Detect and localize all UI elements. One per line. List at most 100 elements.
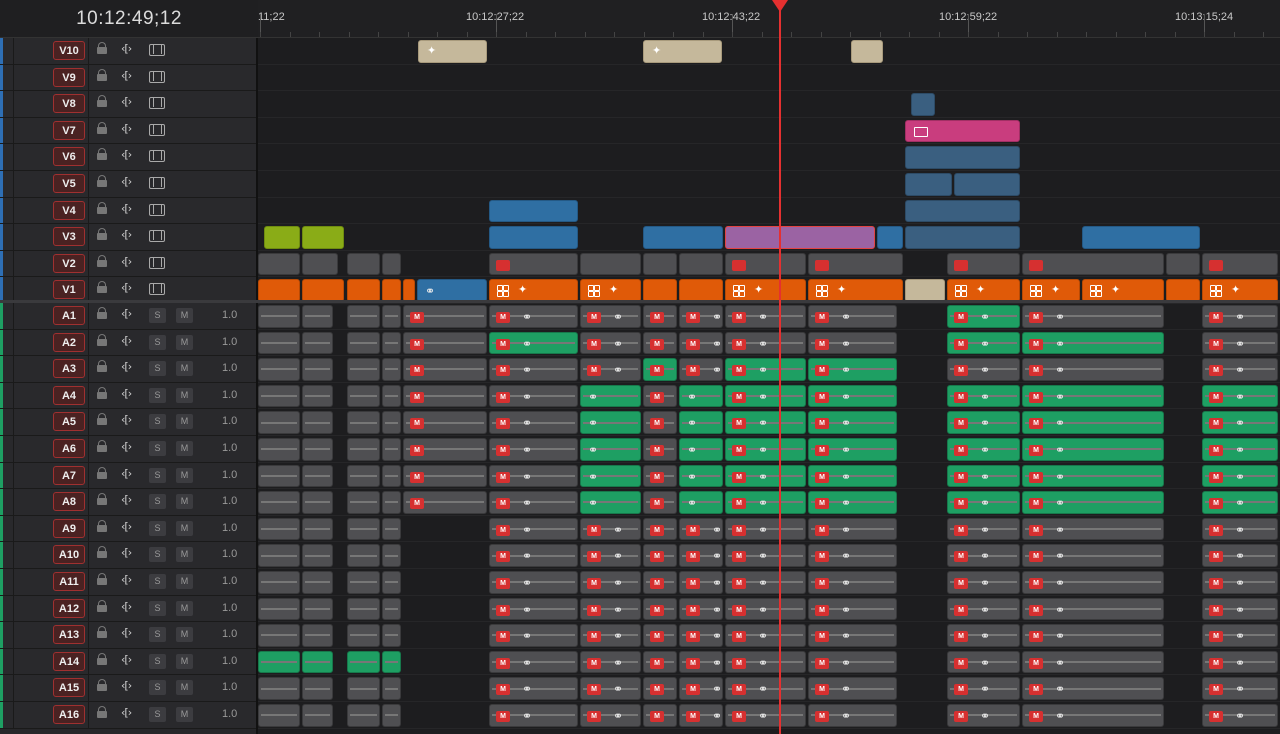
timeline-clip[interactable]: M⚭ (1202, 464, 1278, 488)
timeline-clip[interactable]: M⚭ (1202, 305, 1278, 328)
timeline-clip[interactable] (347, 650, 380, 674)
video-audio-separator[interactable] (0, 300, 1280, 303)
timeline-clip[interactable] (725, 252, 806, 276)
timeline-clip[interactable] (947, 252, 1020, 276)
timeline-clip[interactable]: M⚭ (1202, 544, 1278, 567)
timeline-clip[interactable]: ✦ (808, 279, 903, 302)
timeline-clip[interactable]: ✦ (1022, 279, 1080, 302)
track-name-a16[interactable]: A16 (53, 705, 85, 724)
timeline-clip[interactable] (1166, 252, 1200, 276)
timeline-clip[interactable] (382, 279, 401, 302)
timeline-clip[interactable]: M⚭ (1022, 305, 1164, 328)
timeline-clip[interactable] (258, 491, 300, 514)
track-name-a10[interactable]: A10 (53, 545, 85, 565)
timeline-clip[interactable]: M (403, 411, 487, 434)
timeline-clip[interactable]: M⚭ (725, 571, 806, 594)
trim-icon[interactable]: ‹[› (121, 679, 132, 692)
timeline-clip[interactable]: M⚭ (808, 358, 897, 381)
timeline-clip[interactable]: M⚭ (1022, 517, 1164, 541)
timeline-clip[interactable]: M⚭ (947, 704, 1020, 727)
timeline-clip[interactable] (302, 411, 333, 434)
timeline-clip[interactable]: M⚭ (1202, 704, 1278, 727)
timeline-clip[interactable]: M⚭ (1202, 677, 1278, 700)
timeline-clip[interactable]: M⚭ (1202, 624, 1278, 647)
image-clip[interactable] (905, 119, 1020, 143)
trim-icon[interactable]: ‹[› (121, 255, 132, 268)
timeline-clip[interactable] (643, 226, 723, 249)
timeline-clip[interactable] (258, 358, 300, 381)
timeline-clip[interactable] (347, 704, 380, 727)
lock-icon[interactable] (97, 121, 107, 135)
timeline-clip[interactable] (382, 384, 401, 408)
timeline-clip[interactable]: M⚭ (489, 571, 578, 594)
timeline-clip[interactable]: M⚭ (1022, 358, 1164, 381)
trim-icon[interactable]: ‹[› (121, 493, 132, 506)
trim-icon[interactable]: ‹[› (121, 307, 132, 320)
mute-button[interactable]: M (176, 680, 193, 696)
lock-icon[interactable] (97, 386, 107, 400)
timeline-clip[interactable] (489, 226, 578, 249)
track-name-a15[interactable]: A15 (53, 678, 85, 698)
timeline-clip[interactable] (1166, 279, 1200, 302)
timeline-clip[interactable]: M⚭ (580, 544, 641, 567)
timeline-clip[interactable] (258, 331, 300, 355)
timeline-clip[interactable]: M⚭ (725, 464, 806, 488)
timeline-clip[interactable] (808, 252, 903, 276)
timeline-clip[interactable]: M⚭ (808, 624, 897, 647)
timeline-clip[interactable]: ✦ (725, 279, 806, 302)
trim-icon[interactable]: ‹[› (121, 42, 132, 55)
track-name-v9[interactable]: V9 (53, 67, 85, 87)
timeline-clip[interactable] (403, 279, 415, 302)
timeline-clip[interactable]: M⚭ (489, 305, 578, 328)
solo-button[interactable]: S (149, 494, 166, 510)
timeline-clip[interactable] (489, 252, 578, 276)
timeline-clip[interactable]: ✦ (947, 279, 1020, 302)
trim-icon[interactable]: ‹[› (121, 467, 132, 480)
filmstrip-icon[interactable] (149, 177, 165, 189)
title-clip[interactable] (851, 40, 883, 63)
selected-clip[interactable] (725, 226, 875, 249)
timeline-clip[interactable]: M⚭ (947, 438, 1020, 461)
track-name-a9[interactable]: A9 (53, 518, 85, 538)
timeline-clip[interactable]: M⚭ (679, 597, 723, 621)
timeline-clip[interactable] (905, 226, 1020, 249)
timeline-clip[interactable]: M⚭ (489, 517, 578, 541)
timeline-clip[interactable]: M⚭ (580, 624, 641, 647)
track-name-v10[interactable]: V10 (53, 41, 85, 60)
solo-button[interactable]: S (149, 574, 166, 589)
timeline-clip[interactable]: M⚭ (489, 331, 578, 355)
mute-button[interactable]: M (176, 467, 193, 483)
title-clip[interactable]: ✦ (418, 40, 487, 63)
timeline-clip[interactable]: M⚭ (643, 597, 677, 621)
timeline-clip[interactable]: ⚭ (679, 464, 723, 488)
timeline-clip[interactable]: M⚭ (808, 464, 897, 488)
timeline-clip[interactable] (258, 305, 300, 328)
timeline-clip[interactable]: M⚭ (679, 331, 723, 355)
timeline-clip[interactable]: ⚭ (580, 411, 641, 434)
mute-button[interactable]: M (176, 494, 193, 510)
timeline-clip[interactable] (347, 358, 380, 381)
timeline-clip[interactable]: M⚭ (947, 411, 1020, 434)
timeline-clip[interactable] (302, 677, 333, 700)
timeline-clip[interactable] (382, 305, 401, 328)
trim-icon[interactable]: ‹[› (121, 706, 132, 719)
timeline-clip[interactable]: M⚭ (489, 464, 578, 488)
filmstrip-icon[interactable] (149, 230, 165, 243)
mute-button[interactable]: M (176, 707, 193, 722)
timeline-clip[interactable]: M⚭ (1022, 464, 1164, 488)
timeline-clip[interactable] (302, 624, 333, 647)
track-name-a11[interactable]: A11 (53, 572, 85, 591)
timeline-clip[interactable]: M⚭ (725, 517, 806, 541)
mute-button[interactable]: M (176, 414, 193, 430)
lock-icon[interactable] (97, 546, 107, 559)
timeline-clip[interactable] (347, 571, 380, 594)
timeline-clip[interactable] (382, 411, 401, 434)
timeline-clip[interactable] (382, 704, 401, 727)
timeline-clip[interactable]: ⚭ (580, 464, 641, 488)
timeline-clip[interactable]: M⚭ (643, 305, 677, 328)
timeline-clip[interactable]: M⚭ (643, 624, 677, 647)
timeline-clip[interactable] (258, 677, 300, 700)
playhead-icon[interactable] (772, 0, 788, 12)
timeline-clip[interactable]: M (403, 384, 487, 408)
timeline-clip[interactable]: M⚭ (808, 491, 897, 514)
